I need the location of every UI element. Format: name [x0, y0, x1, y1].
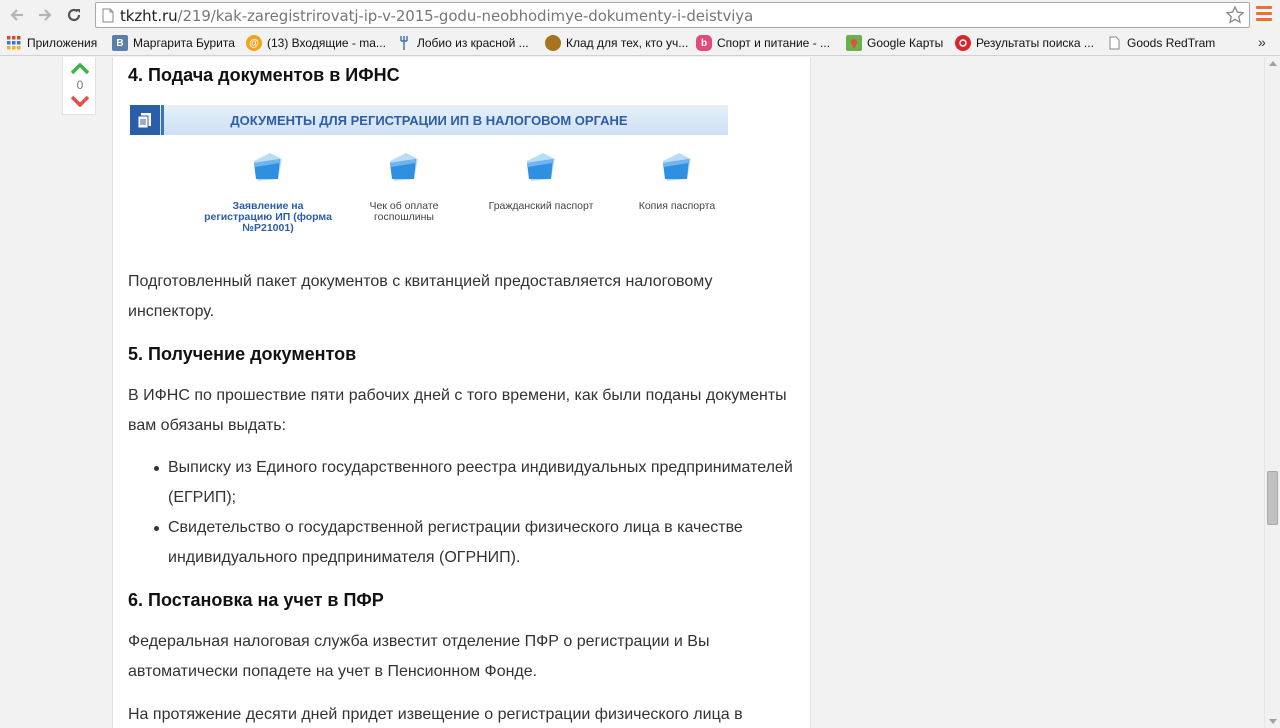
bookmark-search-results[interactable]: Результаты поиска ... — [955, 34, 1094, 52]
infographic-item-application: Заявление на регистрацию ИП (форма №Р210… — [203, 149, 333, 234]
infographic-caption: Заявление на регистрацию ИП (форма №Р210… — [204, 200, 332, 234]
chrome-menu-icon[interactable] — [1256, 6, 1272, 24]
scroll-down-arrow-icon[interactable] — [1269, 719, 1277, 724]
address-bar[interactable]: tkzht.ru/219/kak-zaregistrirovatj-ip-v-2… — [95, 2, 1250, 28]
infographic-title: ДОКУМЕНТЫ ДЛЯ РЕГИСТРАЦИИ ИП В НАЛОГОВОМ… — [230, 113, 628, 128]
bookmark-vk[interactable]: В Маргарита Бурита — [112, 34, 235, 52]
acorn-icon — [545, 35, 561, 51]
folder-icon — [663, 153, 691, 181]
reload-icon — [67, 8, 81, 22]
scrollbar-thumb[interactable] — [1267, 471, 1278, 525]
list-item: Свидетельство о государственной регистра… — [154, 513, 793, 543]
bookmark-star-icon[interactable] — [1225, 5, 1245, 25]
browser-toolbar: tkzht.ru/219/kak-zaregistrirovatj-ip-v-2… — [0, 0, 1280, 30]
section-heading-4: 4. Подача документов в ИФНС — [128, 65, 400, 85]
paragraph-4-line-1: Подготовленный пакет документов с квитан… — [128, 273, 713, 290]
reload-button[interactable] — [63, 4, 85, 26]
infographic-item-passport-copy: Копия паспорта — [612, 149, 742, 212]
folder-icon — [527, 153, 555, 181]
bookmark-klad[interactable]: Клад для тех, кто уч... — [545, 34, 688, 52]
page-icon — [102, 8, 114, 23]
folder-icon — [390, 153, 418, 181]
infographic-caption: Чек об оплате госпошлины — [369, 200, 439, 223]
section-heading-5: 5. Получение документов — [128, 344, 357, 364]
page-scrollbar[interactable] — [1264, 57, 1280, 728]
folder-icon — [254, 153, 282, 181]
vk-icon: В — [112, 35, 128, 51]
scroll-up-arrow-icon[interactable] — [1269, 61, 1277, 66]
back-button[interactable] — [6, 4, 28, 26]
bookmark-lobio[interactable]: Лобио из красной ... — [396, 34, 529, 52]
paragraph-4-line-2: инспектору. — [128, 303, 215, 320]
infographic-item-passport: Гражданский паспорт — [476, 149, 606, 212]
list-item-continuation: индивидуального предпринимателя (ОГРНИП)… — [168, 549, 521, 566]
paragraph-6-line-1: Федеральная налоговая служба известит от… — [128, 633, 710, 650]
bookmark-google-maps[interactable]: Google Карты — [846, 34, 943, 52]
infographic-caption: Копия паспорта — [638, 200, 716, 212]
documents-infographic: ДОКУМЕНТЫ ДЛЯ РЕГИСТРАЦИИ ИП В НАЛОГОВОМ… — [130, 105, 728, 260]
bookmark-apps[interactable]: Приложения — [6, 34, 97, 52]
paragraph-6-line-2: автоматически попадете на учет в Пенсион… — [128, 663, 538, 680]
paragraph-7-line-1: На протяжение десяти дней придет извещен… — [128, 706, 743, 723]
documents-list: Выписку из Единого государственного реес… — [154, 453, 793, 573]
forward-button[interactable] — [34, 4, 56, 26]
bookmark-sport[interactable]: b Спорт и питание - ... — [696, 34, 830, 52]
vote-widget: 0 — [62, 57, 96, 115]
page-viewport: 0 4. Подача документов в ИФНС ДОКУМЕНТЫ … — [0, 57, 1264, 728]
forward-arrow-icon — [39, 9, 52, 21]
documents-icon — [130, 105, 160, 135]
list-item: Выписку из Единого государственного реес… — [154, 453, 793, 483]
vote-down-icon[interactable] — [70, 95, 90, 107]
back-arrow-icon — [10, 9, 23, 21]
infographic-caption: Гражданский паспорт — [488, 200, 594, 212]
bookmarks-more-button[interactable]: » — [1258, 34, 1266, 50]
google-maps-icon — [846, 35, 862, 51]
b-icon: b — [696, 35, 712, 51]
list-item-continuation: (ЕГРИП); — [168, 489, 237, 506]
search-result-icon — [955, 35, 971, 51]
vote-count: 0 — [76, 78, 84, 92]
infographic-item-receipt: Чек об оплате госпошлины — [339, 149, 469, 223]
bookmark-goods-redtram[interactable]: Goods RedTram — [1106, 34, 1215, 52]
mail-at-icon: @ — [246, 35, 262, 51]
paragraph-5-line-2: вам обязаны выдать: — [128, 417, 287, 434]
page-icon — [1106, 35, 1122, 51]
url-text: tkzht.ru/219/kak-zaregistrirovatj-ip-v-2… — [120, 7, 754, 25]
section-heading-6: 6. Постановка на учет в ПФР — [128, 590, 384, 610]
paragraph-5-line-1: В ИФНС по прошествие пяти рабочих дней с… — [128, 387, 787, 404]
fork-icon — [396, 35, 412, 51]
bookmarks-bar: Приложения В Маргарита Бурита @ (13) Входя… — [0, 30, 1280, 56]
vote-up-icon[interactable] — [70, 63, 90, 75]
bookmark-mail[interactable]: @ (13) Входящие - ma... — [246, 34, 386, 52]
apps-grid-icon — [6, 35, 22, 51]
